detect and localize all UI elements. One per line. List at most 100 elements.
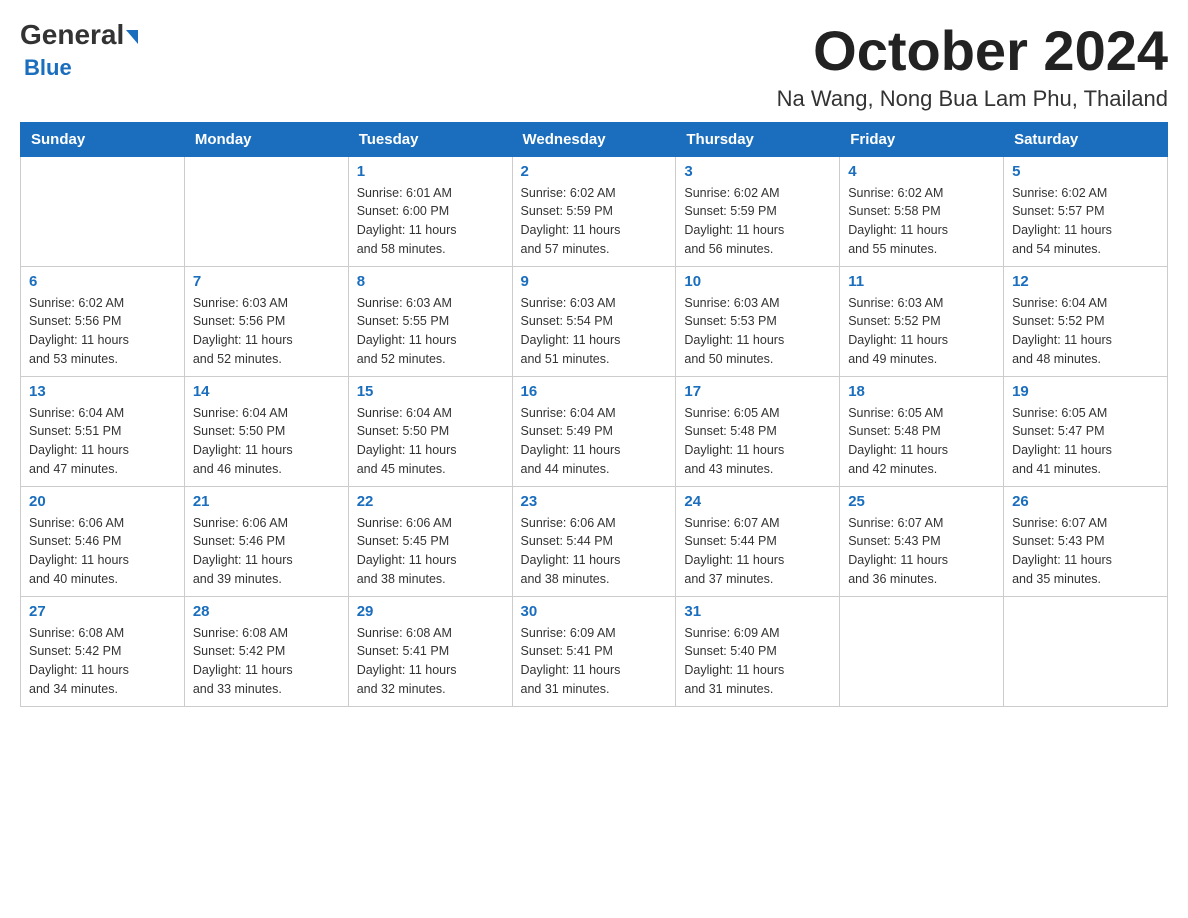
page-header: General Blue October 2024 Na Wang, Nong … — [20, 20, 1168, 112]
day-info: Sunrise: 6:04 AMSunset: 5:51 PMDaylight:… — [29, 404, 176, 479]
day-number: 31 — [684, 603, 831, 620]
column-header-monday: Monday — [184, 122, 348, 156]
day-number: 27 — [29, 603, 176, 620]
week-row-4: 20 Sunrise: 6:06 AMSunset: 5:46 PMDayligh… — [21, 486, 1168, 596]
day-number: 19 — [1012, 383, 1159, 400]
calendar-cell: 30 Sunrise: 6:09 AMSunset: 5:41 PMDayligh… — [512, 596, 676, 706]
day-number: 28 — [193, 603, 340, 620]
calendar-cell: 29Sunrise: 6:08 AMSunset: 5:41 PMDayligh… — [348, 596, 512, 706]
week-row-5: 27 Sunrise: 6:08 AMSunset: 5:42 PMDayligh… — [21, 596, 1168, 706]
day-number: 25 — [848, 493, 995, 510]
day-info: Sunrise: 6:04 AMSunset: 5:50 PMDaylight:… — [193, 404, 340, 479]
calendar-cell: 11 Sunrise: 6:03 AMSunset: 5:52 PMDayligh… — [840, 266, 1004, 376]
day-number: 8 — [357, 273, 504, 290]
day-number: 3 — [684, 163, 831, 180]
day-number: 22 — [357, 493, 504, 510]
day-number: 24 — [684, 493, 831, 510]
day-number: 7 — [193, 273, 340, 290]
day-info: Sunrise: 6:02 AMSunset: 5:59 PMDaylight:… — [684, 184, 831, 259]
day-number: 1 — [357, 163, 504, 180]
calendar-cell — [184, 156, 348, 266]
calendar-cell: 18 Sunrise: 6:05 AMSunset: 5:48 PMDayligh… — [840, 376, 1004, 486]
day-info: Sunrise: 6:03 AMSunset: 5:52 PMDaylight:… — [848, 294, 995, 369]
day-info: Sunrise: 6:02 AMSunset: 5:58 PMDaylight:… — [848, 184, 995, 259]
column-header-friday: Friday — [840, 122, 1004, 156]
day-number: 20 — [29, 493, 176, 510]
day-info: Sunrise: 6:05 AMSunset: 5:48 PMDaylight:… — [684, 404, 831, 479]
calendar-cell: 15Sunrise: 6:04 AMSunset: 5:50 PMDayligh… — [348, 376, 512, 486]
calendar-cell: 10 Sunrise: 6:03 AMSunset: 5:53 PMDayligh… — [676, 266, 840, 376]
day-info: Sunrise: 6:09 AMSunset: 5:41 PMDaylight:… — [521, 624, 668, 699]
calendar-cell: 6 Sunrise: 6:02 AMSunset: 5:56 PMDaylight… — [21, 266, 185, 376]
day-info: Sunrise: 6:03 AMSunset: 5:54 PMDaylight:… — [521, 294, 668, 369]
logo: General Blue — [20, 20, 138, 82]
calendar-cell: 12Sunrise: 6:04 AMSunset: 5:52 PMDayligh… — [1004, 266, 1168, 376]
day-info: Sunrise: 6:02 AMSunset: 5:56 PMDaylight:… — [29, 294, 176, 369]
day-info: Sunrise: 6:08 AMSunset: 5:42 PMDaylight:… — [193, 624, 340, 699]
title-area: October 2024 Na Wang, Nong Bua Lam Phu, … — [777, 20, 1168, 112]
week-row-2: 6 Sunrise: 6:02 AMSunset: 5:56 PMDaylight… — [21, 266, 1168, 376]
day-number: 26 — [1012, 493, 1159, 510]
calendar-cell — [21, 156, 185, 266]
column-header-sunday: Sunday — [21, 122, 185, 156]
day-info: Sunrise: 6:06 AMSunset: 5:45 PMDaylight:… — [357, 514, 504, 589]
column-header-tuesday: Tuesday — [348, 122, 512, 156]
calendar-cell: 14Sunrise: 6:04 AMSunset: 5:50 PMDayligh… — [184, 376, 348, 486]
day-number: 10 — [684, 273, 831, 290]
day-number: 9 — [521, 273, 668, 290]
calendar-cell: 24 Sunrise: 6:07 AMSunset: 5:44 PMDayligh… — [676, 486, 840, 596]
day-number: 30 — [521, 603, 668, 620]
day-info: Sunrise: 6:03 AMSunset: 5:55 PMDaylight:… — [357, 294, 504, 369]
day-number: 6 — [29, 273, 176, 290]
day-info: Sunrise: 6:07 AMSunset: 5:43 PMDaylight:… — [848, 514, 995, 589]
calendar-cell — [1004, 596, 1168, 706]
calendar-cell: 5 Sunrise: 6:02 AMSunset: 5:57 PMDaylight… — [1004, 156, 1168, 266]
day-info: Sunrise: 6:09 AMSunset: 5:40 PMDaylight:… — [684, 624, 831, 699]
calendar-cell: 4 Sunrise: 6:02 AMSunset: 5:58 PMDaylight… — [840, 156, 1004, 266]
day-info: Sunrise: 6:03 AMSunset: 5:56 PMDaylight:… — [193, 294, 340, 369]
calendar-cell: 27Sunrise: 6:08 AMSunset: 5:42 PMDayligh… — [21, 596, 185, 706]
calendar-cell: 16Sunrise: 6:04 AMSunset: 5:49 PMDayligh… — [512, 376, 676, 486]
calendar-cell: 2Sunrise: 6:02 AMSunset: 5:59 PMDaylight… — [512, 156, 676, 266]
day-number: 5 — [1012, 163, 1159, 180]
day-info: Sunrise: 6:06 AMSunset: 5:44 PMDaylight:… — [521, 514, 668, 589]
day-number: 17 — [684, 383, 831, 400]
day-info: Sunrise: 6:07 AMSunset: 5:44 PMDaylight:… — [684, 514, 831, 589]
calendar-cell: 3 Sunrise: 6:02 AMSunset: 5:59 PMDaylight… — [676, 156, 840, 266]
column-header-thursday: Thursday — [676, 122, 840, 156]
column-header-saturday: Saturday — [1004, 122, 1168, 156]
calendar-table: SundayMondayTuesdayWednesdayThursdayFrid… — [20, 122, 1168, 707]
calendar-cell: 21Sunrise: 6:06 AMSunset: 5:46 PMDayligh… — [184, 486, 348, 596]
day-number: 13 — [29, 383, 176, 400]
day-number: 11 — [848, 273, 995, 290]
day-number: 4 — [848, 163, 995, 180]
calendar-cell: 20 Sunrise: 6:06 AMSunset: 5:46 PMDayligh… — [21, 486, 185, 596]
calendar-cell: 13 Sunrise: 6:04 AMSunset: 5:51 PMDayligh… — [21, 376, 185, 486]
day-number: 18 — [848, 383, 995, 400]
day-info: Sunrise: 6:04 AMSunset: 5:50 PMDaylight:… — [357, 404, 504, 479]
day-info: Sunrise: 6:06 AMSunset: 5:46 PMDaylight:… — [29, 514, 176, 589]
day-info: Sunrise: 6:01 AMSunset: 6:00 PMDaylight:… — [357, 184, 504, 259]
calendar-cell: 31 Sunrise: 6:09 AMSunset: 5:40 PMDayligh… — [676, 596, 840, 706]
calendar-cell: 19Sunrise: 6:05 AMSunset: 5:47 PMDayligh… — [1004, 376, 1168, 486]
calendar-cell: 7 Sunrise: 6:03 AMSunset: 5:56 PMDaylight… — [184, 266, 348, 376]
calendar-cell: 28 Sunrise: 6:08 AMSunset: 5:42 PMDayligh… — [184, 596, 348, 706]
header-row: SundayMondayTuesdayWednesdayThursdayFrid… — [21, 122, 1168, 156]
day-number: 2 — [521, 163, 668, 180]
week-row-3: 13 Sunrise: 6:04 AMSunset: 5:51 PMDayligh… — [21, 376, 1168, 486]
day-info: Sunrise: 6:04 AMSunset: 5:52 PMDaylight:… — [1012, 294, 1159, 369]
calendar-cell: 9 Sunrise: 6:03 AMSunset: 5:54 PMDaylight… — [512, 266, 676, 376]
calendar-cell: 25 Sunrise: 6:07 AMSunset: 5:43 PMDayligh… — [840, 486, 1004, 596]
day-number: 29 — [357, 603, 504, 620]
logo-text: General Blue — [20, 20, 138, 82]
day-info: Sunrise: 6:03 AMSunset: 5:53 PMDaylight:… — [684, 294, 831, 369]
calendar-cell: 17 Sunrise: 6:05 AMSunset: 5:48 PMDayligh… — [676, 376, 840, 486]
week-row-1: 1 Sunrise: 6:01 AMSunset: 6:00 PMDaylight… — [21, 156, 1168, 266]
day-info: Sunrise: 6:02 AMSunset: 5:57 PMDaylight:… — [1012, 184, 1159, 259]
column-header-wednesday: Wednesday — [512, 122, 676, 156]
day-number: 16 — [521, 383, 668, 400]
location-title: Na Wang, Nong Bua Lam Phu, Thailand — [777, 86, 1168, 112]
calendar-cell — [840, 596, 1004, 706]
day-info: Sunrise: 6:05 AMSunset: 5:48 PMDaylight:… — [848, 404, 995, 479]
day-info: Sunrise: 6:06 AMSunset: 5:46 PMDaylight:… — [193, 514, 340, 589]
